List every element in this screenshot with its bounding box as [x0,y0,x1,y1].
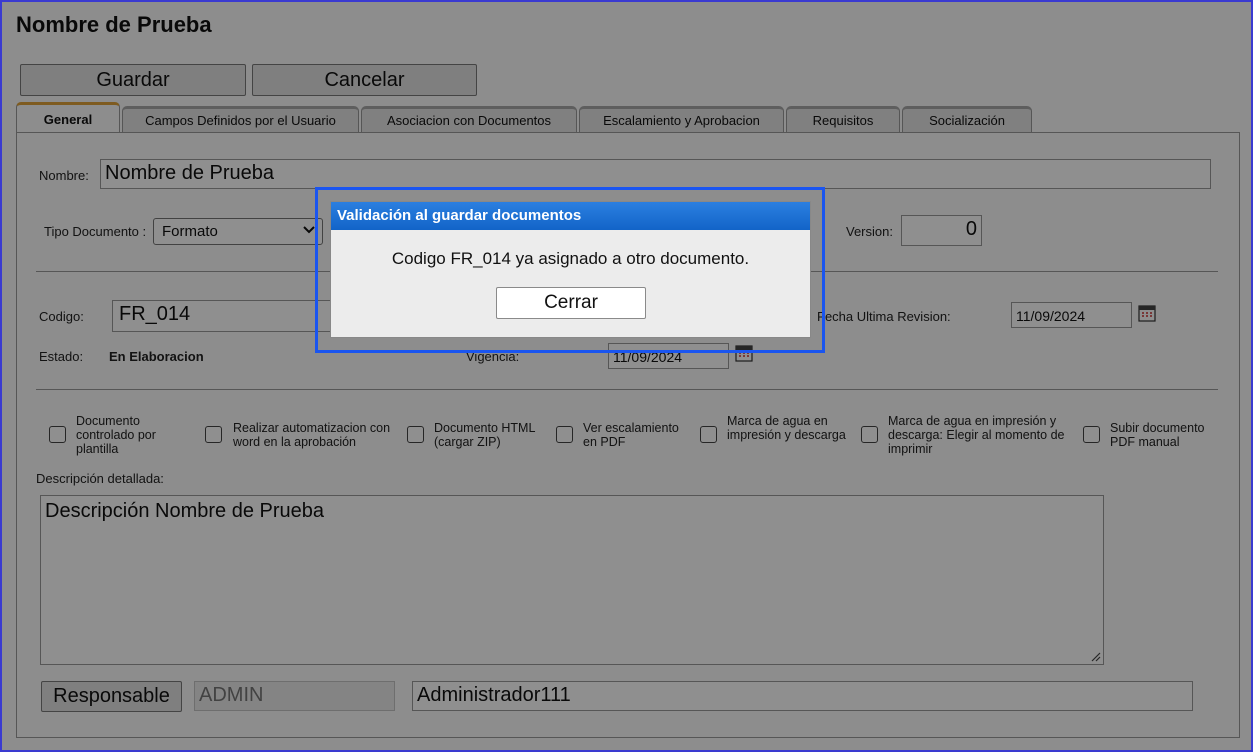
validation-dialog: Validación al guardar documentos Codigo … [330,201,811,338]
dialog-message: Codigo FR_014 ya asignado a otro documen… [391,249,750,268]
modal-overlay [2,2,1251,750]
dialog-title: Validación al guardar documentos [331,202,810,230]
close-button[interactable]: Cerrar [496,287,646,319]
